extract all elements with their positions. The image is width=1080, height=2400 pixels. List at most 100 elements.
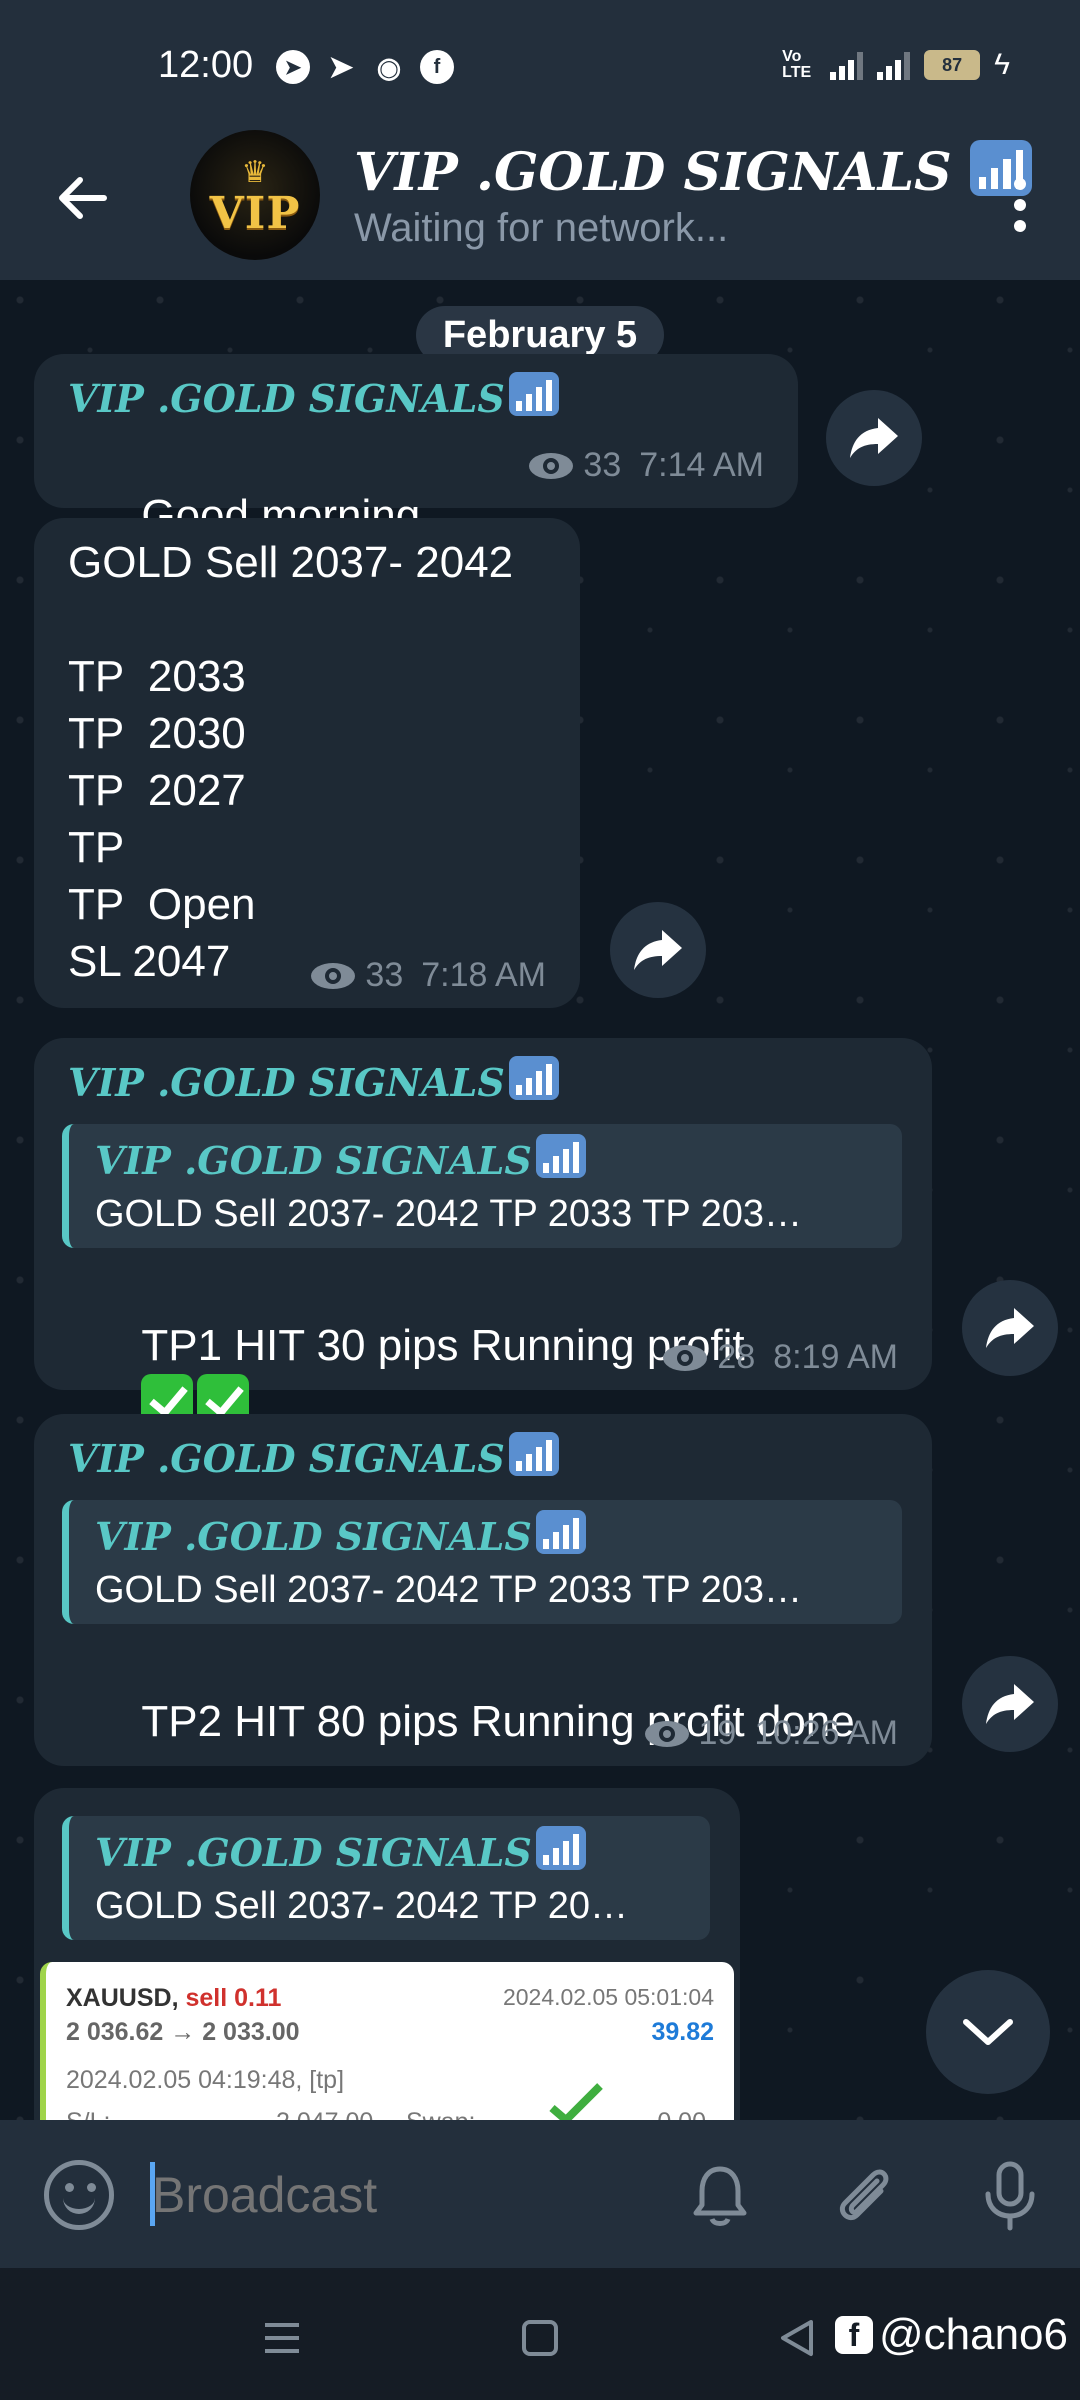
sl-value: 2 047.00: [276, 2108, 373, 2120]
home-button[interactable]: [510, 2308, 570, 2368]
quote-sender: VIP .GOLD SIGNALS: [95, 1514, 532, 1559]
volte-indicator: Vo LTE: [782, 48, 812, 81]
forward-button[interactable]: [962, 1280, 1058, 1376]
notification-toggle-button[interactable]: [680, 2156, 760, 2236]
message-sender: VIP .GOLD SIGNALS: [68, 1060, 505, 1105]
dot-icon: [1014, 178, 1026, 190]
attach-button[interactable]: [826, 2156, 906, 2236]
chat-header: ♛ VIP VIP .GOLD SIGNALS Waiting for netw…: [0, 130, 1080, 280]
signal-icon: [877, 50, 911, 80]
message-bubble[interactable]: VIP .GOLD SIGNALS Good morning 33 7:14 A…: [34, 354, 798, 595]
message-bubble[interactable]: VIP .GOLD SIGNALS VIP .GOLD SIGNALS GOLD…: [34, 1038, 932, 1541]
view-count: 28: [717, 1338, 756, 1376]
reply-quote[interactable]: VIP .GOLD SIGNALS GOLD Sell 2037- 2042 T…: [62, 1500, 902, 1624]
emoji-button[interactable]: [44, 2160, 114, 2230]
arrow-left-icon: [59, 177, 107, 219]
message-time: 8:19 AM: [773, 1338, 898, 1376]
check-mark-icon: [549, 2083, 603, 2120]
forward-button[interactable]: [610, 902, 706, 998]
view-count: 19: [698, 1714, 737, 1752]
watermark: f @chano6: [834, 2310, 1068, 2360]
share-icon: [986, 1684, 1034, 1724]
more-menu-button[interactable]: [1000, 170, 1040, 240]
view-count: 33: [365, 956, 404, 994]
dot-icon: [1014, 220, 1026, 232]
bell-icon: [693, 2166, 747, 2226]
message-time: 7:14 AM: [639, 446, 764, 484]
message-input-bar: [0, 2120, 1080, 2268]
views-icon: [644, 1720, 689, 1747]
chat-title-text: VIP .GOLD SIGNALS: [354, 142, 952, 203]
settings-icon: ◉: [376, 51, 402, 83]
voice-message-button[interactable]: [970, 2156, 1050, 2236]
broadcast-input[interactable]: [152, 2160, 652, 2230]
swap-label: Swap:: [406, 2108, 475, 2120]
antenna-bars-icon: [536, 1510, 587, 1554]
notification-icons: ➤ ➤ ◉ f: [276, 50, 454, 84]
telegram-icon: ➤: [328, 50, 354, 84]
triangle-back-icon: [781, 2320, 813, 2356]
back-button[interactable]: [50, 166, 114, 230]
trade-open-line: 2024.02.05 04:19:48, [tp]: [66, 2066, 345, 2094]
antenna-bars-icon: [509, 372, 560, 416]
antenna-bars-icon: [536, 1134, 587, 1178]
reply-quote[interactable]: VIP .GOLD SIGNALS GOLD Sell 2037- 2042 T…: [62, 1816, 710, 1940]
menu-icon: [265, 2323, 299, 2353]
system-indicators: Vo LTE 87 ϟ: [782, 48, 1010, 82]
status-bar: 12:00 ➤ ➤ ◉ f Vo LTE 87 ϟ: [0, 0, 1080, 130]
share-icon: [850, 418, 898, 458]
watermark-handle: @chano6: [878, 2310, 1068, 2359]
microphone-icon: [985, 2161, 1035, 2231]
message-meta: 33 7:14 AM: [529, 446, 764, 485]
forward-button[interactable]: [826, 390, 922, 486]
message-bubble[interactable]: VIP .GOLD SIGNALS VIP .GOLD SIGNALS GOLD…: [34, 1414, 932, 1859]
swap-value: 0.00: [657, 2108, 706, 2120]
status-time: 12:00: [158, 44, 254, 86]
trade-side: sell 0.11: [185, 1984, 282, 2012]
trade-close-time: 2024.02.05 05:01:04: [502, 1984, 714, 2010]
trade-profit: 39.82: [651, 2018, 714, 2046]
view-count: 33: [583, 446, 622, 484]
connection-status: Waiting for network...: [354, 206, 729, 250]
reply-quote[interactable]: VIP .GOLD SIGNALS GOLD Sell 2037- 2042 T…: [62, 1124, 902, 1248]
paperclip-icon: [839, 2169, 889, 2221]
message-text: GOLD Sell 2037- 2042 TP 2033 TP 2030 TP …: [68, 538, 514, 986]
quote-text: GOLD Sell 2037- 2042 TP 2033 TP 203…: [95, 1193, 802, 1235]
quote-text: GOLD Sell 2037- 2042 TP 2033 TP 203…: [95, 1569, 802, 1611]
quote-sender: VIP .GOLD SIGNALS: [95, 1830, 532, 1875]
antenna-bars-icon: [509, 1056, 560, 1100]
message-meta: 19 10:26 AM: [644, 1714, 898, 1753]
charging-icon: ϟ: [994, 48, 1010, 81]
forward-button[interactable]: [962, 1656, 1058, 1752]
trade-prices: 2 036.62 → 2 033.00: [66, 2018, 300, 2046]
telegram-icon: ➤: [276, 50, 310, 84]
signal-icon: [830, 50, 864, 80]
sl-label: S/L:: [66, 2108, 110, 2120]
views-icon: [311, 962, 356, 989]
chat-title[interactable]: VIP .GOLD SIGNALS: [354, 140, 1032, 203]
quote-sender: VIP .GOLD SIGNALS: [95, 1138, 532, 1183]
message-sender: VIP .GOLD SIGNALS: [68, 376, 505, 421]
back-nav-button[interactable]: [766, 2308, 826, 2368]
avatar[interactable]: ♛ VIP: [190, 130, 320, 260]
dot-icon: [1014, 199, 1026, 211]
battery-icon: 87: [924, 50, 981, 80]
share-icon: [986, 1308, 1034, 1348]
message-meta: 28 8:19 AM: [663, 1338, 898, 1377]
message-time: 10:26 AM: [754, 1714, 898, 1752]
recents-button[interactable]: [252, 2308, 312, 2368]
message-meta: 33 7:18 AM: [311, 956, 546, 995]
antenna-bars-icon: [536, 1826, 587, 1870]
trade-symbol: XAUUSD,: [66, 1984, 179, 2012]
views-icon: [663, 1344, 708, 1371]
message-time: 7:18 AM: [421, 956, 546, 994]
message-sender: VIP .GOLD SIGNALS: [68, 1436, 505, 1481]
share-icon: [634, 930, 682, 970]
chevron-down-icon: [963, 2019, 1013, 2045]
message-bubble[interactable]: GOLD Sell 2037- 2042 TP 2033 TP 2030 TP …: [34, 518, 580, 1008]
trade-screenshot[interactable]: XAUUSD, sell 0.11 2 036.62 → 2 033.00 20…: [40, 1962, 734, 2120]
scroll-down-button[interactable]: [926, 1970, 1050, 2094]
chat-area[interactable]: February 5 VIP .GOLD SIGNALS Good mornin…: [0, 280, 1080, 2120]
avatar-text: VIP: [209, 187, 301, 239]
antenna-bars-icon: [509, 1432, 560, 1476]
